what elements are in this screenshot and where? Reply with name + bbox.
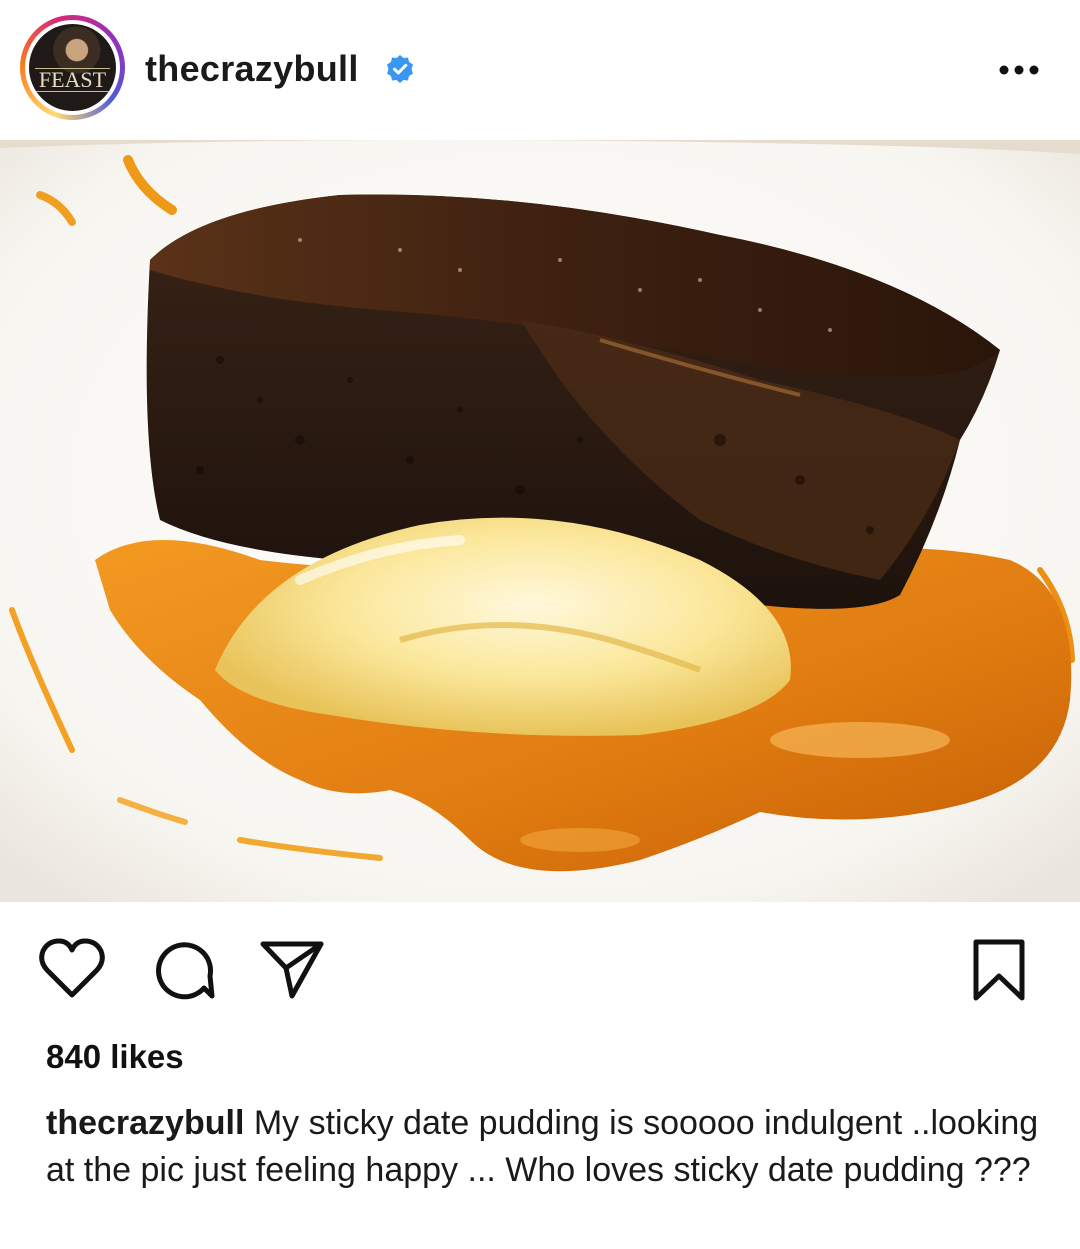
post-image[interactable] bbox=[0, 140, 1080, 902]
avatar-border: FEAST bbox=[25, 20, 120, 115]
bookmark-icon[interactable] bbox=[970, 938, 1028, 1002]
avatar[interactable]: FEAST bbox=[20, 15, 125, 120]
more-options-icon[interactable] bbox=[996, 60, 1042, 80]
post-header: FEAST thecrazybull bbox=[0, 0, 1080, 140]
caption-username[interactable]: thecrazybull bbox=[46, 1104, 244, 1142]
verified-badge-icon bbox=[387, 55, 413, 83]
avatar-logo-text: FEAST bbox=[35, 68, 110, 92]
share-icon[interactable] bbox=[258, 938, 326, 1000]
likes-count[interactable]: 840 likes bbox=[46, 1038, 184, 1076]
heart-icon[interactable] bbox=[38, 938, 106, 1000]
pudding-photo bbox=[0, 140, 1080, 902]
comment-icon[interactable] bbox=[152, 938, 216, 1000]
avatar-image: FEAST bbox=[29, 24, 116, 111]
username[interactable]: thecrazybull bbox=[145, 48, 359, 90]
post-caption: thecrazybull My sticky date pudding is s… bbox=[46, 1100, 1046, 1194]
